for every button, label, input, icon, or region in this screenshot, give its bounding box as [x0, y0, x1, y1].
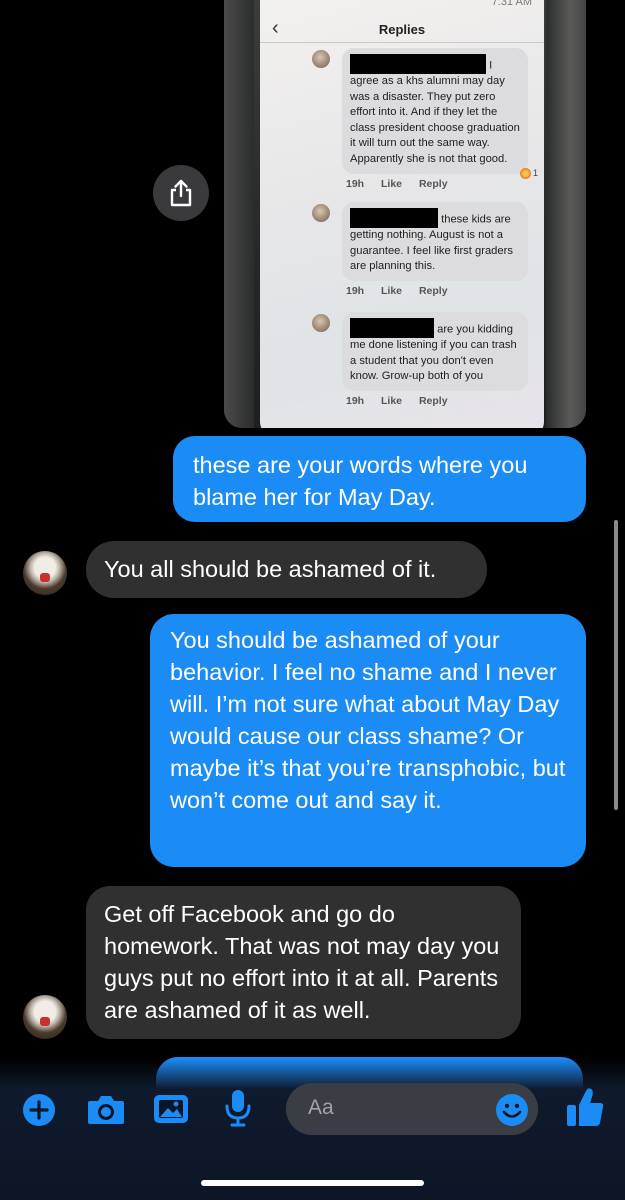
photo-comment-avatar: [312, 204, 330, 222]
comment-reply: Reply: [418, 177, 448, 190]
redaction-bar: [350, 208, 438, 228]
reaction-count: 1: [532, 167, 538, 178]
comment-reply: Reply: [418, 394, 448, 407]
photo-divider: [260, 42, 544, 43]
comment-time: 19h: [346, 177, 365, 190]
photo-phone-bezel: [546, 0, 586, 428]
gallery-icon[interactable]: [152, 1092, 190, 1126]
photo-comment-bubble: I agree as a khs alumni may day was a di…: [342, 48, 538, 180]
thumbs-up-icon[interactable]: [565, 1085, 605, 1129]
comment-time: 19h: [346, 394, 365, 407]
photo-comment-text: I agree as a khs alumni may day was a di…: [350, 59, 520, 165]
photo-comment-meta: 19h Like Reply: [342, 285, 528, 297]
message-text: Get off Facebook and go do homework. Tha…: [104, 901, 500, 1023]
comment-reply: Reply: [418, 284, 448, 297]
photo-comment-avatar: [312, 314, 330, 332]
photo-comment: these kids are getting nothing. August i…: [312, 202, 528, 297]
attached-photo[interactable]: 7:31 AM ‹ Replies I agree as a khs alumn…: [224, 0, 586, 428]
outgoing-message[interactable]: You should be ashamed of your behavior. …: [150, 614, 586, 867]
photo-comment-meta: 19h Like Reply: [342, 395, 528, 407]
comment-like: Like: [381, 284, 403, 297]
photo-comment: I agree as a khs alumni may day was a di…: [312, 48, 538, 190]
share-button[interactable]: [153, 165, 209, 221]
share-icon: [170, 179, 192, 207]
comment-like: Like: [381, 177, 403, 190]
haha-reaction-icon: [519, 168, 531, 180]
incoming-message[interactable]: You all should be ashamed of it.: [86, 541, 487, 598]
camera-icon[interactable]: [86, 1092, 126, 1126]
reaction-badge: 1: [519, 166, 538, 182]
microphone-icon[interactable]: [222, 1088, 254, 1128]
message-input-placeholder: Aa: [308, 1096, 334, 1119]
incoming-message[interactable]: Get off Facebook and go do homework. Tha…: [86, 886, 521, 1039]
photo-comment: are you kidding me done listening if you…: [312, 312, 528, 407]
photo-status-time: 7:31 AM: [491, 0, 532, 8]
redaction-bar: [350, 318, 434, 338]
comment-like: Like: [381, 394, 403, 407]
photo-comment-avatar: [312, 50, 330, 68]
photo-comment-meta: 19h Like Reply: [342, 178, 528, 190]
home-indicator[interactable]: [201, 1180, 424, 1186]
photo-phone-screen: 7:31 AM ‹ Replies I agree as a khs alumn…: [260, 0, 544, 428]
message-text: these are your words where you blame her…: [193, 452, 528, 510]
emoji-icon[interactable]: [495, 1093, 529, 1127]
message-text: You all should be ashamed of it.: [104, 556, 437, 582]
comment-time: 19h: [346, 284, 365, 297]
plus-icon[interactable]: [22, 1093, 56, 1127]
photo-header-title: Replies: [378, 22, 426, 37]
avatar[interactable]: [23, 995, 67, 1039]
outgoing-message[interactable]: these are your words where you blame her…: [173, 436, 586, 522]
scrollbar[interactable]: [614, 520, 618, 810]
message-text: You should be ashamed of your behavior. …: [170, 627, 566, 813]
photo-comment-bubble: are you kidding me done listening if you…: [342, 312, 528, 391]
photo-comment-bubble: these kids are getting nothing. August i…: [342, 202, 528, 281]
avatar[interactable]: [23, 551, 67, 595]
redaction-bar: [350, 54, 486, 74]
photo-phone-bezel: [224, 0, 254, 428]
